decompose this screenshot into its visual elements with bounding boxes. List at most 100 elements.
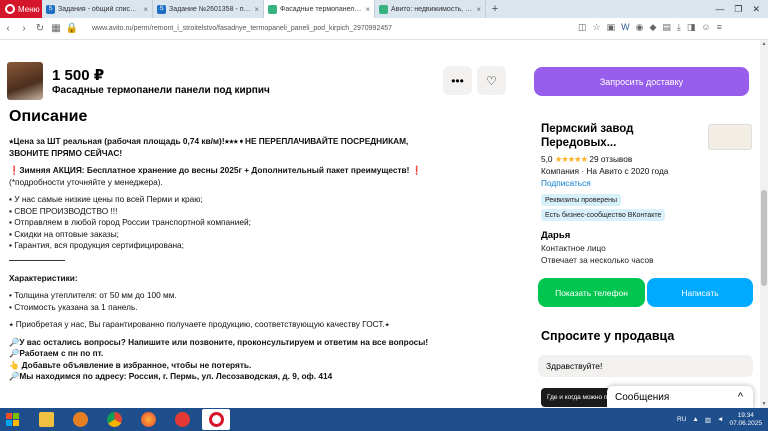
download-icon[interactable]: ⤓ xyxy=(677,22,681,33)
taskbar-chrome[interactable] xyxy=(100,409,128,430)
tab-title: Авито: недвижимость, транспорт xyxy=(391,5,473,13)
browser-menu-button[interactable]: Меню xyxy=(0,0,42,18)
subscribe-link[interactable]: Подписаться xyxy=(541,178,591,188)
media-player-icon xyxy=(72,412,88,427)
sp-icon: S xyxy=(46,4,55,14)
minimize-icon[interactable]: — xyxy=(715,4,724,14)
list-item: ▪ Отправляем в любой город России трансп… xyxy=(9,217,251,227)
close-window-icon[interactable]: ✕ xyxy=(752,4,760,15)
close-icon[interactable]: × xyxy=(365,5,370,14)
seller-logo[interactable] xyxy=(708,124,752,150)
seller-name-link[interactable]: Пермский завод Передовых... xyxy=(541,122,691,150)
scroll-down-icon[interactable]: ▼ xyxy=(760,401,768,407)
tab-title: Фасадные термопанели панели под кирпич xyxy=(280,5,362,13)
address-bar: ‹ › ↻ ▦ 🔒 www.avito.ru/perm/remont_i_str… xyxy=(0,18,768,40)
reviews-count: 29 отзывов xyxy=(589,154,633,164)
list-item: 🔎У вас остались вопросы? Напишите или по… xyxy=(9,336,429,347)
extension-icon[interactable]: ◉ xyxy=(636,22,644,33)
page-scrollbar[interactable]: ▲ ▼ xyxy=(760,40,768,408)
benefits-list: ▪ У нас самые низкие цены по всей Перми … xyxy=(9,194,439,252)
ask-seller-input[interactable] xyxy=(538,355,753,377)
close-icon[interactable]: × xyxy=(254,5,259,14)
clock-time: 19:34 xyxy=(737,411,754,419)
url-field[interactable]: www.avito.ru/perm/remont_i_stroitelstvo/… xyxy=(92,25,392,32)
avito-icon xyxy=(379,4,388,14)
new-tab-button[interactable]: + xyxy=(486,0,504,18)
system-tray: RU ▲ ▥ ◄ 19:34 07.06.2025 xyxy=(677,412,768,428)
divider xyxy=(9,259,65,261)
scrollbar-thumb[interactable] xyxy=(761,190,767,286)
back-icon[interactable]: ‹ xyxy=(0,23,16,34)
yandex-browser-icon xyxy=(174,412,190,427)
menu-label: Меню xyxy=(18,4,40,14)
verified-badge: Реквизиты проверены xyxy=(541,194,622,206)
extension-icon[interactable]: ▤ xyxy=(662,22,671,33)
list-item: 🔎Мы находимся по адресу: Россия, г. Перм… xyxy=(9,371,333,381)
quick-question-chip[interactable]: Где и когда можно посмотреть? xyxy=(541,388,613,407)
show-phone-button[interactable]: Показать телефон xyxy=(538,278,645,307)
tabs-grid-icon[interactable]: ▦ xyxy=(48,23,64,34)
browser-tab-4[interactable]: Авито: недвижимость, транспорт × xyxy=(375,0,486,18)
contact-role: Контактное лицо xyxy=(541,243,606,253)
listing-price: 1 500 ₽ xyxy=(52,67,105,84)
maximize-icon[interactable]: ❐ xyxy=(734,4,742,15)
promo-note: (*подробности уточняйте у менеджера). xyxy=(9,176,163,187)
taskbar-yandex[interactable] xyxy=(168,409,196,430)
chrome-icon xyxy=(106,412,122,427)
promo-text: ❗Зимняя АКЦИЯ: Бесплатное хранение до ве… xyxy=(9,165,423,175)
favorite-button[interactable]: ♡ xyxy=(477,66,506,95)
star-rating-icon: ★★★★★ xyxy=(554,154,588,164)
tab-title: Задание №2601358 - проверка xyxy=(169,5,252,13)
request-delivery-button[interactable]: Запросить доставку xyxy=(534,67,749,96)
response-time: Отвечает за несколько часов xyxy=(541,255,654,265)
rating-value: 5,0 xyxy=(541,154,553,164)
scroll-up-icon[interactable]: ▲ xyxy=(760,41,768,47)
messages-panel[interactable]: Сообщения ^ xyxy=(607,386,753,408)
word-icon[interactable]: W xyxy=(621,22,630,33)
show-hidden-icons-icon[interactable]: ▲ xyxy=(692,416,698,423)
browser-tab-1[interactable]: S Задания - общий список задач × xyxy=(42,0,153,18)
reload-icon[interactable]: ↻ xyxy=(32,23,48,34)
vk-community-badge[interactable]: Есть бизнес-сообщество ВКонтакте xyxy=(541,209,666,221)
browser-tab-2[interactable]: S Задание №2601358 - проверка × xyxy=(153,0,264,18)
listing-thumbnail[interactable] xyxy=(7,62,43,100)
close-icon[interactable]: × xyxy=(143,5,148,14)
volume-icon[interactable]: ◄ xyxy=(717,416,723,423)
heart-icon: ♡ xyxy=(486,73,497,88)
list-item: ▪ У нас самые низкие цены по всей Перми … xyxy=(9,194,203,204)
ask-seller-heading: Спросите у продавца xyxy=(541,329,675,343)
network-icon[interactable]: ▥ xyxy=(705,416,711,424)
listing-title: Фасадные термопанели панели под кирпич xyxy=(52,85,270,96)
extension-icons: ◫ ☆ ▣ W ◉ ◆ ▤ ⤓ ◨ ☺ ≡ xyxy=(578,22,722,33)
list-item: 🔎Работаем с пн по пт. xyxy=(9,348,104,358)
list-item: • Стоимость указана за 1 панель. xyxy=(9,301,138,312)
start-button[interactable] xyxy=(0,408,26,431)
seller-rating[interactable]: 5,0 ★★★★★ 29 отзывов xyxy=(541,154,632,164)
taskbar-media[interactable] xyxy=(66,409,94,430)
extension-icon[interactable]: ▣ xyxy=(607,22,616,33)
list-item: ▪ Скидки на оптовые заказы; xyxy=(9,228,119,239)
taskbar-explorer[interactable] xyxy=(32,409,60,430)
taskbar-opera[interactable] xyxy=(202,409,230,430)
browser-tab-3[interactable]: Фасадные термопанели панели под кирпич × xyxy=(264,0,375,18)
taskbar: RU ▲ ▥ ◄ 19:34 07.06.2025 xyxy=(0,408,768,431)
guarantee-text: ⭑ Приобретая у нас, Вы гарантированно по… xyxy=(9,319,390,329)
forward-icon[interactable]: › xyxy=(16,23,32,34)
more-dots-icon: ••• xyxy=(451,73,464,88)
camera-icon[interactable]: ◫ xyxy=(578,22,587,33)
description-paragraph: ⭑Цена за ШТ реальная (рабочая площадь 0,… xyxy=(9,136,409,158)
windows-logo-icon xyxy=(6,412,19,426)
clock[interactable]: 19:34 07.06.2025 xyxy=(729,412,762,428)
close-icon[interactable]: × xyxy=(476,5,481,14)
extension-icon[interactable]: ◆ xyxy=(649,22,656,33)
chevron-up-icon[interactable]: ^ xyxy=(738,391,743,403)
taskbar-firefox[interactable] xyxy=(134,409,162,430)
language-indicator[interactable]: RU xyxy=(677,416,686,423)
menu-icon[interactable]: ≡ xyxy=(717,22,722,33)
puzzle-icon[interactable]: ◨ xyxy=(687,22,696,33)
more-button[interactable]: ••• xyxy=(443,66,472,95)
firefox-icon xyxy=(140,412,156,427)
favorite-star-icon[interactable]: ☆ xyxy=(593,22,601,33)
write-message-button[interactable]: Написать xyxy=(647,278,753,307)
profile-icon[interactable]: ☺ xyxy=(701,22,710,33)
